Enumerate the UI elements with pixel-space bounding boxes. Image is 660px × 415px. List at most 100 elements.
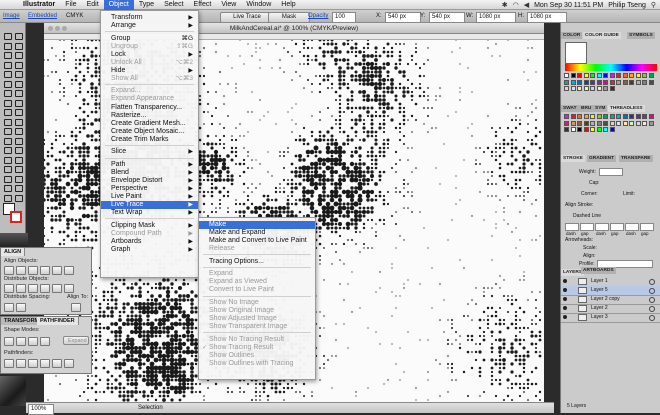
- symbols-tab-2[interactable]: SYM: [593, 105, 608, 112]
- target-icon[interactable]: [649, 306, 655, 312]
- tool-icon[interactable]: [13, 164, 23, 173]
- menu-item-make-and-convert-to-live-paint[interactable]: Make and Convert to Live Paint: [199, 237, 315, 245]
- color-swatch[interactable]: [629, 73, 634, 78]
- stroke-tab[interactable]: STROKE: [561, 155, 585, 162]
- menu-item-show-adjusted-image[interactable]: Show Adjusted Image: [199, 315, 315, 323]
- color-swatch[interactable]: [622, 114, 628, 119]
- menu-item-ungroup[interactable]: Ungroup ⇧⌘G: [101, 43, 198, 51]
- color-swatch[interactable]: [609, 86, 615, 91]
- menu-item-transform[interactable]: Transform ▶: [101, 14, 198, 22]
- tool-icon[interactable]: [13, 117, 23, 126]
- tool-icon[interactable]: [2, 155, 12, 164]
- color-swatch[interactable]: [629, 120, 634, 126]
- dash-gap-field[interactable]: [565, 223, 579, 231]
- color-spectrum-bar[interactable]: [565, 64, 657, 71]
- color-swatch[interactable]: [609, 73, 615, 78]
- color-swatch[interactable]: [590, 86, 595, 91]
- color-swatch[interactable]: [603, 73, 608, 78]
- menu-item-show-outlines[interactable]: Show Outlines: [199, 352, 315, 360]
- panel-icon-button[interactable]: [40, 359, 50, 368]
- color-swatch[interactable]: [603, 120, 608, 126]
- panel-icon-button[interactable]: [16, 303, 26, 312]
- color-swatch[interactable]: [609, 79, 615, 85]
- tool-icon[interactable]: [13, 41, 23, 50]
- panel-icon-button[interactable]: [28, 337, 38, 346]
- color-swatch[interactable]: [616, 120, 621, 126]
- color-swatch[interactable]: [590, 127, 595, 132]
- menu-item-tracing-options[interactable]: Tracing Options...: [199, 258, 315, 266]
- panel-icon-button[interactable]: [71, 303, 81, 312]
- menu-item-expand-as-viewed[interactable]: Expand as Viewed: [199, 278, 315, 286]
- color-swatch[interactable]: [583, 127, 589, 132]
- dash-gap-field[interactable]: [640, 223, 654, 231]
- color-swatch[interactable]: [590, 114, 595, 119]
- color-fill-preview[interactable]: [565, 42, 587, 64]
- menu-item-release[interactable]: Release: [199, 245, 315, 253]
- stroke-weight-field[interactable]: [599, 168, 623, 176]
- panel-icon-button[interactable]: [52, 266, 62, 275]
- zoom-icon[interactable]: [62, 26, 67, 31]
- symbols-tab[interactable]: SYMBOLS: [627, 32, 655, 39]
- color-swatch[interactable]: [564, 73, 569, 78]
- pathfinder-tab[interactable]: PATHFINDER: [37, 317, 79, 325]
- menu-item-path[interactable]: Path ▶: [101, 161, 198, 169]
- menu-item-hide[interactable]: Hide ▶: [101, 67, 198, 75]
- threadless-tab[interactable]: THREADLESS: [608, 105, 645, 112]
- menu-item-rasterize[interactable]: Rasterize...: [101, 112, 198, 120]
- color-swatch[interactable]: [564, 86, 569, 91]
- tool-icon[interactable]: [2, 79, 12, 88]
- tool-icon[interactable]: [2, 88, 12, 97]
- color-swatch[interactable]: [622, 120, 628, 126]
- tool-icon[interactable]: [2, 117, 12, 126]
- layer-row[interactable]: Layer 3: [561, 313, 660, 323]
- live-trace-button[interactable]: Live Trace: [220, 12, 274, 23]
- menu-user[interactable]: Philip Tseng: [608, 2, 646, 9]
- menu-file[interactable]: File: [60, 0, 81, 10]
- embedded-link[interactable]: Embedded: [28, 12, 57, 21]
- menu-help[interactable]: Help: [276, 0, 300, 10]
- color-swatch[interactable]: [570, 127, 576, 132]
- volume-icon[interactable]: ◀: [524, 1, 529, 9]
- menu-item-graph[interactable]: Graph ▶: [101, 246, 198, 254]
- panel-icon-button[interactable]: [28, 284, 38, 293]
- menu-window[interactable]: Window: [241, 0, 276, 10]
- color-swatch[interactable]: [577, 79, 582, 85]
- eye-icon[interactable]: [563, 315, 567, 319]
- menu-edit[interactable]: Edit: [82, 0, 104, 10]
- gradient-tab[interactable]: GRADIENT: [587, 155, 617, 162]
- tool-icon[interactable]: [2, 145, 12, 154]
- tool-icon[interactable]: [13, 193, 23, 202]
- color-swatch[interactable]: [603, 127, 608, 132]
- minimize-icon[interactable]: [55, 26, 60, 31]
- color-swatch[interactable]: [635, 73, 641, 78]
- menu-item-make[interactable]: Make: [199, 221, 315, 230]
- color-swatch[interactable]: [577, 120, 582, 126]
- color-swatch[interactable]: [629, 79, 634, 85]
- tool-icon[interactable]: [2, 41, 12, 50]
- tool-icon[interactable]: [2, 98, 12, 107]
- menu-effect[interactable]: Effect: [189, 0, 217, 10]
- tool-icon[interactable]: [13, 107, 23, 116]
- menu-item-make-and-expand[interactable]: Make and Expand: [199, 229, 315, 237]
- color-swatch[interactable]: [603, 114, 608, 119]
- color-swatch[interactable]: [577, 127, 582, 132]
- tool-icon[interactable]: [2, 50, 12, 59]
- artboards-tab[interactable]: ARTBOARDS: [581, 267, 616, 274]
- panel-icon-button[interactable]: [40, 337, 50, 346]
- panel-icon-button[interactable]: [40, 284, 50, 293]
- mask-button[interactable]: Mask: [268, 12, 310, 23]
- tool-icon[interactable]: [13, 88, 23, 97]
- menu-item-text-wrap[interactable]: Text Wrap ▶: [101, 209, 198, 217]
- menu-app[interactable]: Illustrator: [18, 0, 60, 10]
- menu-item-show-transparent-image[interactable]: Show Transparent Image: [199, 323, 315, 331]
- color-swatch[interactable]: [642, 79, 647, 85]
- y-field[interactable]: 540 px: [429, 12, 465, 23]
- menu-item-flatten-transparency[interactable]: Flatten Transparency...: [101, 104, 198, 112]
- tool-icon[interactable]: [2, 107, 12, 116]
- menu-item-expand[interactable]: Expand: [199, 270, 315, 278]
- color-swatch[interactable]: [564, 114, 569, 119]
- eye-icon[interactable]: [563, 279, 567, 283]
- menu-item-group[interactable]: Group ⌘G: [101, 35, 198, 43]
- color-swatch[interactable]: [570, 73, 576, 78]
- tool-icon[interactable]: [2, 174, 12, 183]
